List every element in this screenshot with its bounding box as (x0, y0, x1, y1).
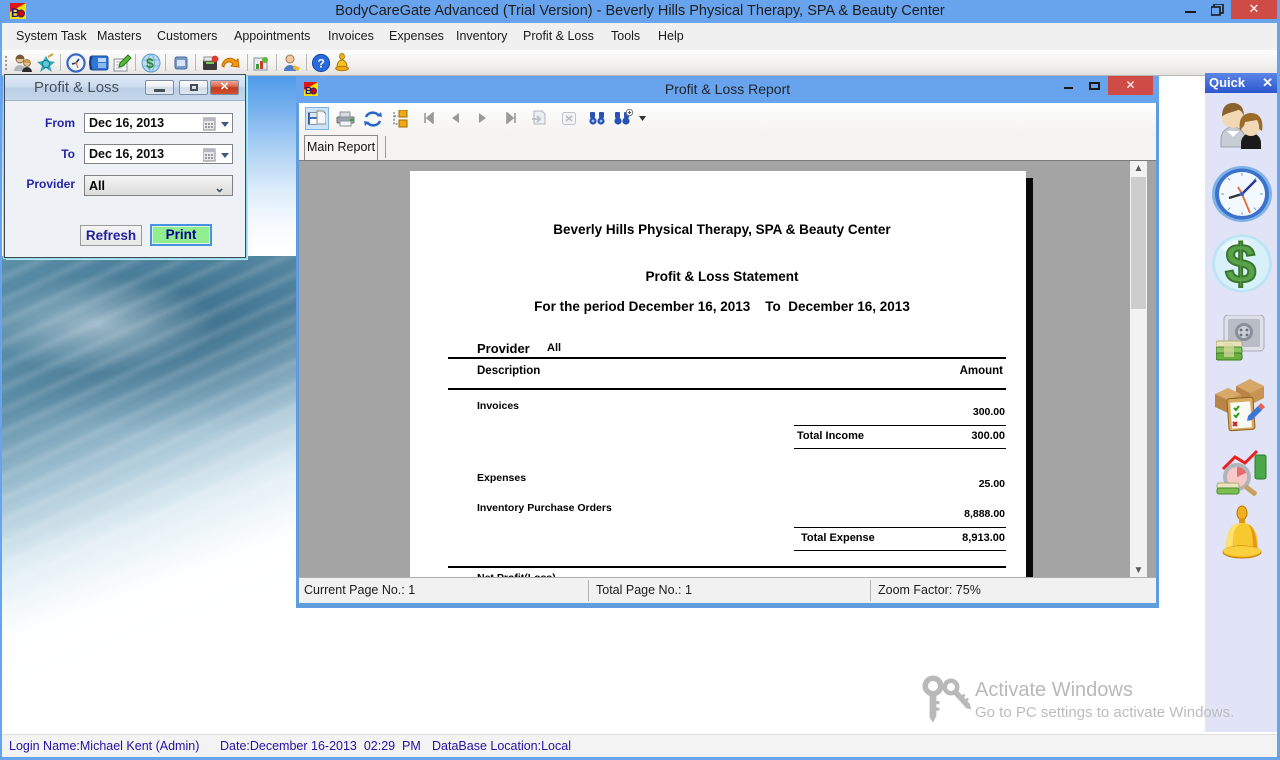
svg-text:$: $ (1225, 234, 1256, 293)
svg-text:$: $ (146, 55, 154, 71)
svg-text:?: ? (318, 57, 325, 71)
